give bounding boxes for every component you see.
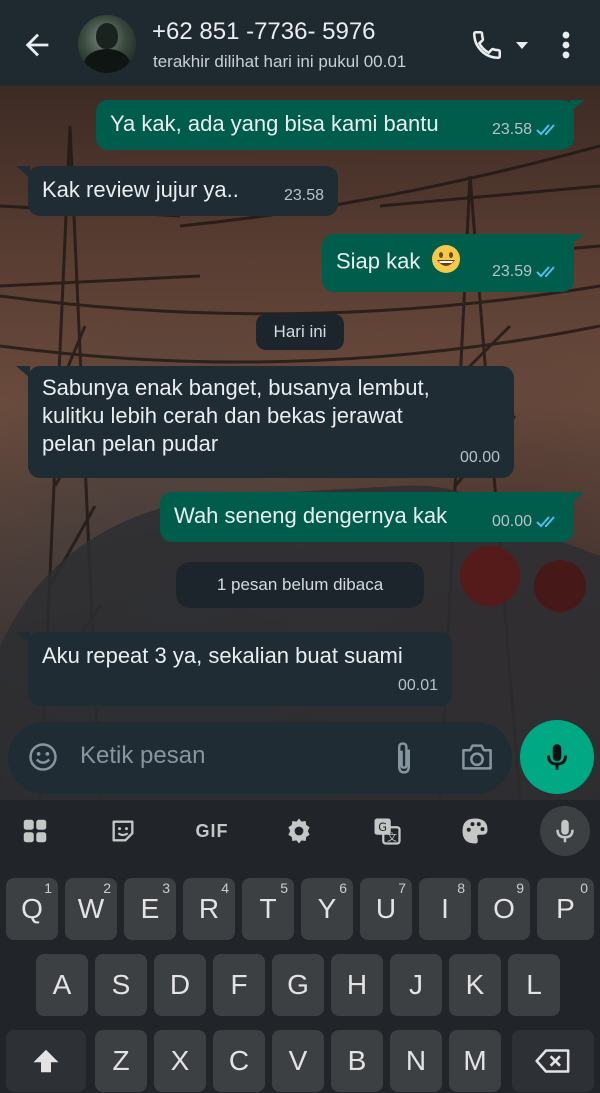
read-ticks-icon	[536, 516, 555, 528]
gif-icon[interactable]: GIF	[190, 814, 234, 848]
unread-divider: 1 pesan belum dibaca	[176, 562, 424, 608]
key-d[interactable]: D	[154, 954, 206, 1016]
message-outgoing[interactable]: Siap kak 23.59	[322, 234, 574, 292]
caret-down-icon[interactable]	[516, 42, 528, 49]
svg-text:文: 文	[387, 831, 397, 844]
key-n[interactable]: N	[390, 1030, 442, 1092]
mic-icon	[556, 819, 574, 843]
svg-text:G: G	[378, 821, 387, 834]
key-v[interactable]: V	[272, 1030, 324, 1092]
message-time: 23.59	[491, 263, 532, 280]
key-r[interactable]: R4	[183, 878, 235, 940]
message-input[interactable]: Ketik pesan	[8, 722, 512, 794]
shift-icon	[33, 1049, 59, 1073]
key-k[interactable]: K	[449, 954, 501, 1016]
bubble-tail	[570, 100, 584, 112]
key-p[interactable]: P0	[537, 878, 594, 940]
palette-icon[interactable]	[458, 814, 492, 848]
read-ticks-icon	[536, 124, 555, 136]
key-y[interactable]: Y6	[301, 878, 353, 940]
chat-area[interactable]: Ya kak, ada yang bisa kami bantu 23.58 K…	[0, 86, 600, 800]
avatar[interactable]	[78, 15, 136, 73]
message-text-line: pelan pelan pudar	[42, 431, 219, 456]
contact-name[interactable]: +62 851 -7736- 5976	[152, 18, 376, 46]
key-j[interactable]: J	[390, 954, 442, 1016]
message-text-line: kulitku lebih cerah dan bekas jerawat	[42, 403, 403, 428]
key-i[interactable]: I8	[419, 878, 471, 940]
key-c[interactable]: C	[213, 1030, 265, 1092]
bubble-tail	[570, 492, 584, 504]
mic-icon	[547, 744, 567, 770]
read-ticks-icon	[536, 266, 555, 278]
key-s[interactable]: S	[95, 954, 147, 1016]
sticker-icon[interactable]	[106, 814, 140, 848]
on-screen-keyboard: GIF G文 Q1 W2 E3 R4 T5 Y6 U7 I8 O9 P0 A S…	[0, 800, 600, 1093]
message-incoming[interactable]: Kak review jujur ya.. 23.58	[28, 166, 338, 216]
last-seen-status: terakhir dilihat hari ini pukul 00.01	[153, 52, 407, 71]
message-text-line: Sabunya enak banget, busanya lembut,	[42, 375, 430, 400]
message-incoming[interactable]: Sabunya enak banget, busanya lembut, kul…	[28, 366, 514, 478]
keyboard-toolbar: GIF G文	[0, 800, 600, 862]
key-l[interactable]: L	[508, 954, 560, 1016]
message-text: Wah seneng dengernya kak	[174, 503, 448, 528]
key-m[interactable]: M	[449, 1030, 501, 1092]
shift-key[interactable]	[6, 1030, 86, 1092]
key-t[interactable]: T5	[242, 878, 294, 940]
message-text: Ya kak, ada yang bisa kami bantu	[110, 111, 439, 136]
message-text: Aku repeat 3 ya, sekalian buat suami	[42, 643, 403, 668]
message-text: Siap kak	[336, 248, 421, 274]
voice-record-button[interactable]	[520, 720, 594, 794]
key-a[interactable]: A	[36, 954, 88, 1016]
attach-icon[interactable]	[392, 740, 416, 776]
key-e[interactable]: E3	[124, 878, 176, 940]
keyboard-voice-button[interactable]	[540, 806, 590, 856]
apps-grid-icon[interactable]	[18, 814, 52, 848]
message-time: 00.01	[397, 677, 438, 694]
backspace-key[interactable]	[512, 1030, 594, 1092]
key-z[interactable]: Z	[95, 1030, 147, 1092]
translate-icon[interactable]: G文	[370, 814, 404, 848]
grinning-face-emoji-icon	[431, 244, 461, 281]
date-divider: Hari ini	[256, 314, 344, 350]
message-outgoing[interactable]: Ya kak, ada yang bisa kami bantu 23.58	[96, 100, 574, 150]
more-vert-icon[interactable]	[556, 28, 576, 62]
message-outgoing[interactable]: Wah seneng dengernya kak 00.00	[160, 492, 574, 542]
chat-header: +62 851 -7736- 5976 terakhir dilihat har…	[0, 0, 600, 86]
key-h[interactable]: H	[331, 954, 383, 1016]
key-o[interactable]: O9	[478, 878, 530, 940]
message-time: 23.58	[283, 187, 324, 204]
key-b[interactable]: B	[331, 1030, 383, 1092]
key-u[interactable]: U7	[360, 878, 412, 940]
message-composer: Ketik pesan	[0, 714, 600, 800]
key-x[interactable]: X	[154, 1030, 206, 1092]
back-arrow-icon[interactable]	[20, 28, 54, 62]
settings-gear-icon[interactable]	[282, 814, 316, 848]
emoji-icon[interactable]	[28, 742, 58, 772]
message-time: 00.00	[491, 513, 532, 530]
message-time: 23.58	[491, 121, 532, 138]
key-w[interactable]: W2	[65, 878, 117, 940]
key-q[interactable]: Q1	[6, 878, 58, 940]
message-incoming[interactable]: Aku repeat 3 ya, sekalian buat suami 00.…	[28, 632, 452, 706]
camera-icon[interactable]	[460, 742, 494, 772]
key-f[interactable]: F	[213, 954, 265, 1016]
phone-icon[interactable]	[470, 28, 504, 62]
message-text: Kak review jujur ya..	[42, 177, 239, 202]
message-placeholder: Ketik pesan	[80, 742, 206, 769]
backspace-icon	[535, 1049, 570, 1073]
message-time: 00.00	[459, 449, 500, 466]
bubble-tail	[570, 234, 584, 246]
key-g[interactable]: G	[272, 954, 324, 1016]
